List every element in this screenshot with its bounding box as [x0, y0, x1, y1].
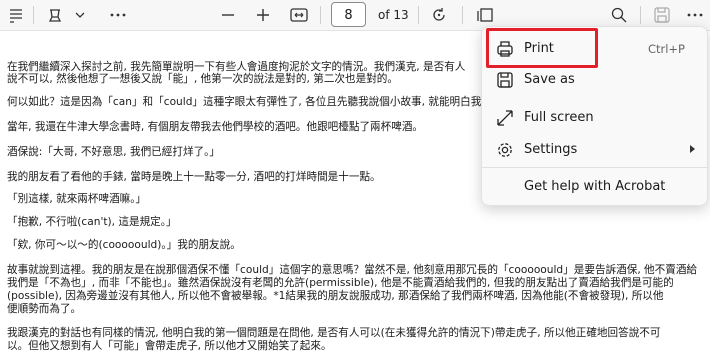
paragraph-line: 「抱歉, 不行啦(can't), 這是規定。」 [7, 216, 177, 228]
toolbar-divider [462, 6, 463, 24]
save-as-icon [496, 71, 514, 89]
menu-item-full-screen[interactable]: Full screen [482, 103, 707, 133]
zoom-out-icon[interactable] [218, 3, 238, 27]
page-view-icon[interactable] [474, 3, 496, 27]
paragraph-line: 便順勢而為了。 [7, 303, 82, 315]
zoom-in-icon[interactable] [253, 3, 273, 27]
page-number-input[interactable]: 8 [331, 2, 366, 27]
menu-item-label: Save as [524, 72, 575, 87]
toolbar-divider [418, 6, 419, 24]
rotate-icon[interactable] [428, 3, 450, 27]
toolbar-divider [33, 6, 34, 24]
paragraph-line: 「別這樣, 就來兩杯啤酒嘛。」 [7, 193, 147, 205]
toolbar-divider [320, 6, 321, 24]
gear-icon [496, 141, 514, 159]
menu-item-label: Get help with Acrobat [524, 179, 666, 194]
chevron-right-icon [690, 145, 695, 153]
paragraph-line: 酒保說:「大哥, 不好意思, 我們已經打烊了。」 [7, 146, 221, 158]
more-icon[interactable] [108, 3, 128, 27]
paragraph-line: 何以如此？這是因為「can」和「could」這種字眼太有彈性了, 各位且先聽我說… [7, 96, 492, 108]
menu-item-label: Settings [524, 142, 578, 157]
paragraph-line: 我的朋友看了看他的手錶, 當時是晚上十一點零一分, 酒吧的打烊時間是十一點。 [7, 171, 381, 183]
page-total-label: of 13 [378, 8, 409, 22]
paragraph-line: (possible), 因為旁邊並沒有其他人, 所以他不會被舉報。*1結果我的朋… [7, 290, 664, 302]
paragraph-line: 當年, 我還在牛津大學念書時, 有個朋友帶我去他們學校的酒吧。他跟吧檯點了兩杯啤… [7, 121, 424, 133]
menu-item-shortcut: Ctrl+P [647, 42, 685, 56]
menu-divider [482, 167, 707, 168]
menu-item-save-as[interactable]: Save as [482, 65, 707, 95]
more-options-icon[interactable] [684, 3, 706, 27]
paragraph-line: 以。但他又想到有人「可能」會帶走虎子, 所以他才又開始笑了起來。 [7, 340, 332, 352]
menu-item-label: Full screen [524, 110, 594, 125]
chevron-down-icon[interactable] [72, 3, 88, 27]
search-icon[interactable] [608, 3, 630, 27]
paragraph-line: 說不可以, 然後他想了一想後又說「能」, 他第一次的說法是對的, 第二次也是對的… [7, 73, 398, 85]
paragraph-line: 「欸, 你可～以～的(cooooould)。」我的朋友說。 [7, 239, 241, 251]
menu-item-settings[interactable]: Settings [482, 135, 707, 165]
fit-page-icon[interactable] [288, 3, 310, 27]
menu-lines-icon[interactable] [6, 3, 26, 27]
draw-icon[interactable] [44, 3, 66, 27]
menu-item-acrobat[interactable]: Get help with Acrobat [482, 172, 707, 202]
save-icon[interactable] [651, 3, 673, 27]
full-screen-icon [496, 109, 514, 127]
toolbar-divider [640, 6, 641, 24]
highlight-box [486, 28, 598, 68]
